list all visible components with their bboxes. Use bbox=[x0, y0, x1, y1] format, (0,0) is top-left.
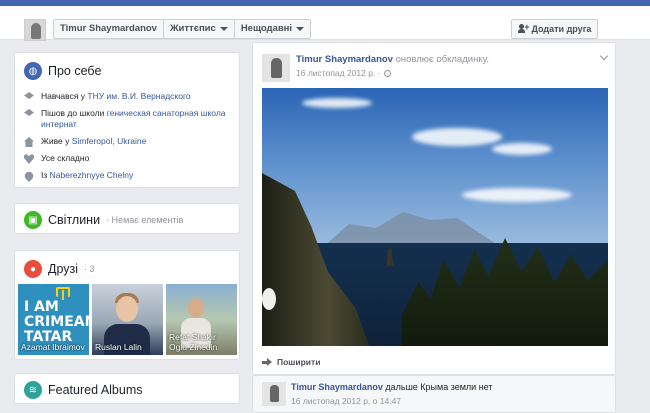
profile-name: Timur Shaymardanov bbox=[60, 23, 157, 34]
featured-albums-card: ≋ Featured Albums bbox=[14, 373, 240, 404]
about-title-text[interactable]: Про себе bbox=[48, 64, 101, 78]
friends-card: ● Друзі · 3 I AM CRIMEAN TATAR Azamat Ib… bbox=[14, 250, 240, 360]
about-row-education: Навчався у ТНУ им. В.И. Вернадского bbox=[24, 91, 234, 102]
about-row-prefix: Пішов до школи bbox=[41, 108, 107, 118]
highlights-title-text[interactable]: Світлини bbox=[48, 213, 100, 227]
post-text: дальше Крыма земли нет bbox=[382, 382, 493, 392]
post-header: Timur Shaymardanov дальше Крыма земли не… bbox=[291, 382, 493, 392]
profile-thumbnail[interactable] bbox=[24, 19, 46, 41]
cover-photo[interactable] bbox=[262, 88, 608, 346]
highlights-title: ▣ Світлини · Немає елементів bbox=[24, 211, 183, 229]
add-friend-icon: + bbox=[517, 22, 530, 34]
post-date[interactable]: 16 листопад 2012 р. · bbox=[296, 68, 381, 78]
about-row-text: Усе складно bbox=[41, 153, 90, 163]
friends-icon: ● bbox=[24, 260, 42, 278]
location-pin-icon bbox=[22, 169, 36, 183]
about-row-relationship: Усе складно bbox=[24, 153, 234, 164]
post-options-chevron-icon[interactable] bbox=[599, 51, 609, 61]
photo-cloud bbox=[492, 143, 552, 155]
friend-photo-face bbox=[188, 298, 204, 318]
recent-label: Нещодавні bbox=[240, 23, 293, 34]
about-row-school: Пішов до школи геническая санаторная шко… bbox=[24, 108, 234, 130]
albums-title: ≋ Featured Albums bbox=[24, 381, 143, 399]
heart-icon bbox=[24, 154, 34, 164]
highlights-note: · Немає елементів bbox=[106, 215, 184, 225]
about-row-link[interactable]: Naberezhnyye Chelny bbox=[50, 170, 134, 180]
friend-tile[interactable]: Ruslan Lalin bbox=[92, 284, 163, 355]
friends-title-text[interactable]: Друзі bbox=[48, 262, 78, 276]
cover-update-post: Timur Shaymardanov оновлює обкладинку. 1… bbox=[252, 42, 616, 375]
globe-icon: ◍ bbox=[24, 62, 42, 80]
about-row-prefix: Із bbox=[41, 170, 50, 180]
post-author-link[interactable]: Timur Shaymardanov bbox=[296, 54, 393, 65]
about-row-link[interactable]: ТНУ им. В.И. Вернадского bbox=[87, 91, 190, 101]
share-label: Поширити bbox=[277, 357, 321, 367]
about-row-prefix: Живе у bbox=[41, 136, 72, 146]
photo-lamp bbox=[262, 288, 276, 310]
status-post: Timur Shaymardanov дальше Крыма земли не… bbox=[252, 375, 616, 413]
about-row-prefix: Навчався у bbox=[41, 91, 88, 101]
about-row-lives: Живе у Simferopol, Ukraine bbox=[24, 136, 234, 147]
highlights-card: ▣ Світлини · Немає елементів bbox=[14, 203, 240, 234]
friend-photo-text: I AM CRIMEAN TATAR bbox=[24, 300, 89, 345]
friends-count: · 3 bbox=[84, 264, 95, 274]
about-row-from: Із Naberezhnyye Chelny bbox=[22, 169, 234, 183]
photo-cloud bbox=[462, 188, 572, 202]
albums-title-text[interactable]: Featured Albums bbox=[48, 383, 143, 397]
share-icon bbox=[262, 358, 272, 366]
photo-cloud bbox=[302, 98, 372, 108]
profile-subnav: Timur Shaymardanov Життєпис Нещодавні + … bbox=[0, 6, 650, 41]
profile-name-link[interactable]: Timur Shaymardanov bbox=[54, 20, 164, 38]
friends-grid: I AM CRIMEAN TATAR Azamat Ibraimov Rusla… bbox=[18, 284, 237, 355]
about-row-link[interactable]: Simferopol, Ukraine bbox=[72, 136, 147, 146]
graduation-cap-icon bbox=[24, 109, 34, 116]
timeline-label: Життєпис bbox=[169, 23, 216, 34]
about-title: ◍ Про себе bbox=[24, 62, 101, 80]
post-date[interactable]: 16 листопад 2012 р. о 14:47 bbox=[291, 396, 401, 406]
friend-photo-face bbox=[116, 296, 138, 322]
photo-icon: ▣ bbox=[24, 211, 42, 229]
home-icon bbox=[24, 137, 34, 147]
friends-title: ● Друзі · 3 bbox=[24, 260, 95, 278]
share-button[interactable]: Поширити bbox=[262, 357, 320, 367]
post-header: Timur Shaymardanov оновлює обкладинку. bbox=[296, 54, 489, 65]
graduation-cap-icon bbox=[24, 92, 34, 99]
about-card: ◍ Про себе Навчався у ТНУ им. В.И. Верна… bbox=[14, 52, 240, 188]
post-author-avatar[interactable] bbox=[262, 54, 290, 82]
tile-caption: I AM CRIMEAN TATAR bbox=[24, 299, 89, 345]
friend-name[interactable]: Refat Shakir Oglu Zinedin bbox=[169, 332, 217, 352]
post-author-avatar[interactable] bbox=[262, 382, 286, 406]
profile-nav-group: Timur Shaymardanov Життєпис Нещодавні bbox=[53, 19, 312, 39]
recent-dropdown[interactable]: Нещодавні bbox=[235, 20, 310, 38]
add-friend-label: Додати друга bbox=[531, 24, 592, 34]
post-meta: 16 листопад 2012 р. · bbox=[296, 68, 391, 78]
post-author-link[interactable]: Timur Shaymardanov bbox=[291, 382, 383, 392]
audience-globe-icon[interactable] bbox=[383, 69, 391, 77]
chevron-down-icon bbox=[219, 27, 228, 31]
photo-cloud bbox=[412, 128, 502, 146]
friend-tile[interactable]: I AM CRIMEAN TATAR Azamat Ibraimov bbox=[18, 284, 89, 355]
friend-name[interactable]: Azamat Ibraimov bbox=[21, 342, 85, 352]
albums-icon: ≋ bbox=[24, 381, 42, 399]
add-friend-button[interactable]: + Додати друга bbox=[511, 19, 598, 39]
tamga-stem bbox=[62, 290, 64, 300]
about-list: Навчався у ТНУ им. В.И. Вернадского Пішо… bbox=[22, 91, 234, 187]
post-action: оновлює обкладинку. bbox=[392, 54, 490, 65]
chevron-down-icon bbox=[296, 27, 305, 31]
friend-name[interactable]: Ruslan Lalin bbox=[95, 342, 142, 352]
timeline-tab[interactable]: Життєпис bbox=[164, 20, 235, 38]
friend-tile[interactable]: Refat Shakir Oglu Zinedin bbox=[166, 284, 237, 355]
